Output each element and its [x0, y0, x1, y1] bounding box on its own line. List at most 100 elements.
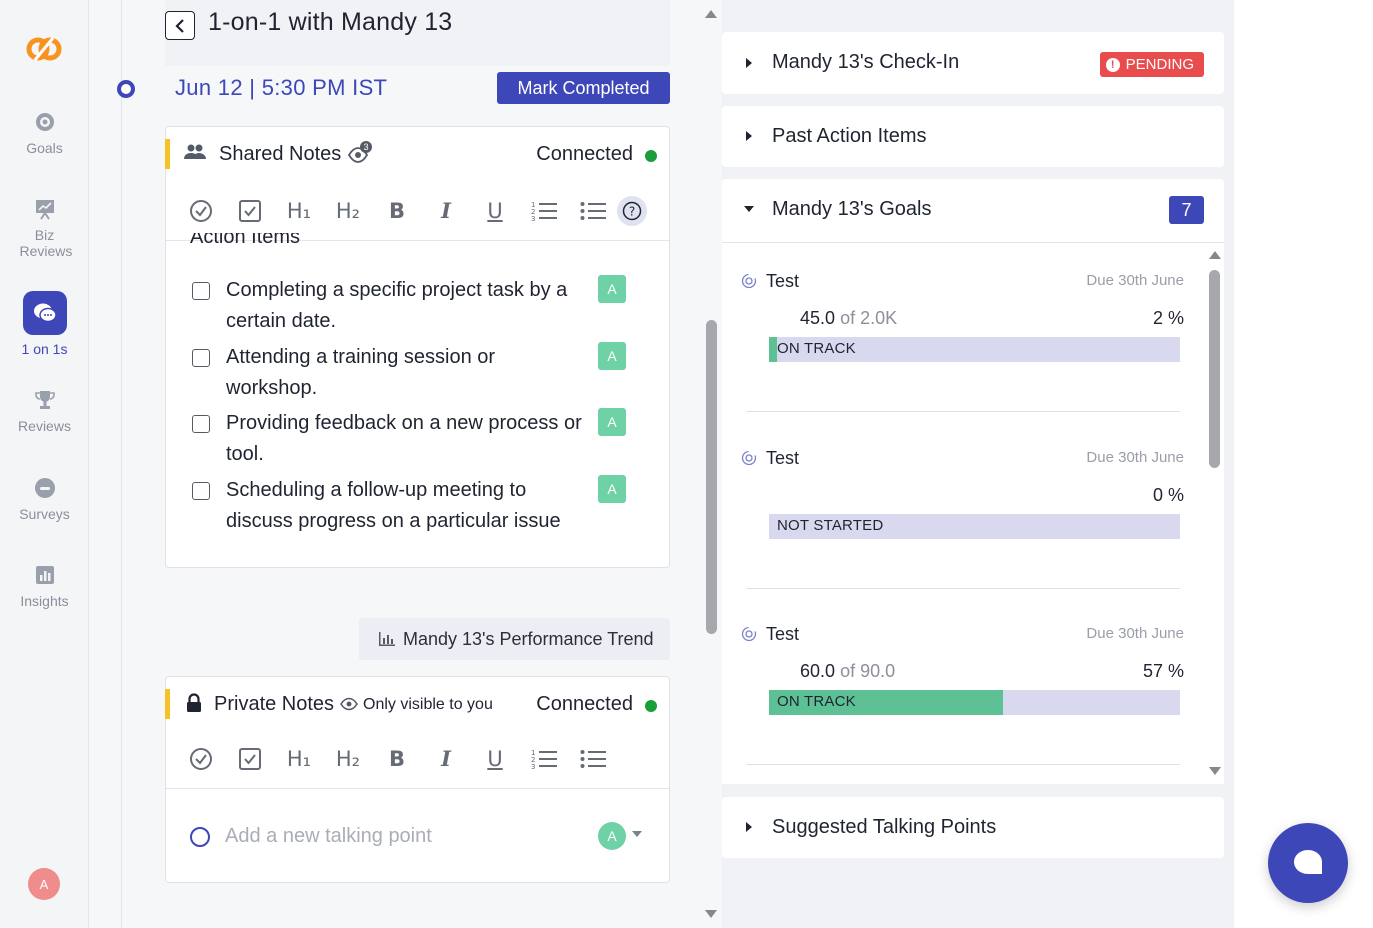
underline-button[interactable]: U: [482, 746, 508, 772]
bold-button[interactable]: B: [384, 746, 410, 772]
goals-accordion[interactable]: Mandy 13's Goals 7: [722, 179, 1224, 242]
shared-notes-card: Shared Notes 3 Connected H₁ H₂ B I U 123…: [165, 126, 670, 568]
goal-divider: [746, 411, 1180, 412]
scroll-up-arrow-icon[interactable]: [1209, 251, 1221, 259]
mark-completed-button[interactable]: Mark Completed: [497, 72, 670, 104]
help-button[interactable]: ?: [617, 195, 647, 226]
italic-button[interactable]: I: [433, 746, 459, 772]
scroll-down-arrow-icon[interactable]: [705, 910, 717, 918]
visibility-note: Only visible to you: [363, 696, 493, 713]
timeline-dot: [117, 80, 135, 98]
heading1-button[interactable]: H₁: [286, 746, 312, 772]
suggested-talking-points-accordion[interactable]: Suggested Talking Points: [722, 797, 1224, 858]
lock-icon: [187, 693, 201, 712]
goal-item[interactable]: Test Due 30th June 60.0 of 90.0 57 % ON …: [722, 596, 1192, 766]
meeting-timezone: IST: [352, 75, 388, 100]
goal-item[interactable]: Test Due 30th June 45.0 of 2.0K 2 % ON T…: [722, 243, 1192, 413]
performance-trend-button[interactable]: Mandy 13's Performance Trend: [359, 618, 670, 660]
checkbox-button[interactable]: [237, 746, 263, 772]
action-item-text[interactable]: Completing a specific project task by a …: [226, 275, 596, 337]
scroll-down-arrow-icon[interactable]: [1209, 767, 1221, 775]
goal-target-value: of 90.0: [840, 661, 896, 681]
goal-item[interactable]: Test Due 30th June 0 % NOT STARTED: [722, 420, 1192, 590]
sidebar: Goals Biz Reviews 1 on 1s Reviews Survey…: [0, 0, 89, 928]
sidebar-item-biz-reviews[interactable]: Biz Reviews: [0, 197, 89, 259]
viewers-eye-icon[interactable]: 3: [347, 141, 374, 163]
goal-percent: 2 %: [1152, 308, 1184, 328]
talking-point-circle-icon[interactable]: [190, 827, 210, 847]
status-badge: ! PENDING: [1099, 52, 1204, 77]
action-item: Attending a training session or workshop…: [190, 342, 630, 404]
sidebar-item-surveys[interactable]: Surveys: [0, 476, 89, 522]
action-item-assignee[interactable]: A: [598, 342, 626, 370]
presentation-icon: [35, 200, 54, 220]
talking-point-assignee[interactable]: A: [598, 822, 626, 850]
action-item-text[interactable]: Providing feedback on a new process or t…: [226, 408, 596, 470]
performance-trend-label: Mandy 13's Performance Trend: [403, 628, 654, 649]
datetime-separator: |: [249, 75, 256, 100]
goal-due-date: Due 30th June: [1086, 272, 1184, 289]
sidebar-item-1on1s[interactable]: 1 on 1s: [0, 291, 89, 357]
goals-list: Test Due 30th June 45.0 of 2.0K 2 % ON T…: [722, 242, 1224, 784]
sidebar-item-label: Goals: [26, 140, 63, 156]
goal-progress-fill: [769, 337, 778, 362]
checklist-circle-button[interactable]: [188, 198, 214, 224]
action-item-checkbox[interactable]: [192, 349, 210, 367]
goal-due-date: Due 30th June: [1086, 625, 1184, 642]
heading2-button[interactable]: H₂: [335, 746, 361, 772]
action-item-assignee[interactable]: A: [598, 475, 626, 503]
italic-button[interactable]: I: [433, 198, 459, 224]
back-button[interactable]: [165, 11, 195, 40]
ordered-list-button[interactable]: 123: [531, 746, 557, 772]
avatar[interactable]: A: [28, 868, 60, 900]
bullet-list-icon: [580, 201, 606, 220]
action-item-text[interactable]: Scheduling a follow-up meeting to discus…: [226, 475, 576, 537]
meeting-date: Jun 12: [175, 75, 243, 100]
ordered-list-button[interactable]: 123: [531, 198, 557, 224]
goal-name: Test: [766, 271, 800, 291]
chat-bubble-icon: [1294, 850, 1322, 874]
svg-text:3: 3: [531, 215, 535, 222]
sidebar-item-goals[interactable]: Goals: [0, 110, 89, 156]
action-item-assignee[interactable]: A: [598, 408, 626, 436]
heading2-button[interactable]: H₂: [335, 198, 361, 224]
page-edge: [1234, 0, 1373, 928]
editor-toolbar: H₁ H₂ B I U 123 ?: [166, 181, 669, 241]
viewers-count-badge: 3: [360, 141, 372, 153]
connection-status-dot: [645, 150, 657, 162]
meeting-datetime: Jun 12 | 5:30 PM IST: [175, 75, 387, 101]
checkin-title: Mandy 13's Check-In: [772, 51, 960, 73]
chat-icon: [22, 291, 67, 335]
survey-icon: [34, 478, 55, 498]
caret-down-icon: [744, 206, 754, 212]
checklist-circle-button[interactable]: [188, 746, 214, 772]
action-item-text[interactable]: Attending a training session or workshop…: [226, 342, 526, 404]
ordered-list-icon: 123: [531, 201, 557, 222]
sidebar-item-reviews[interactable]: Reviews: [0, 388, 89, 434]
scrollbar-thumb[interactable]: [706, 320, 717, 634]
app-logo-icon[interactable]: [25, 30, 63, 68]
chevron-down-icon[interactable]: [632, 831, 642, 837]
action-item-assignee[interactable]: A: [598, 275, 626, 303]
action-item-checkbox[interactable]: [192, 282, 210, 300]
past-action-items-accordion[interactable]: Past Action Items: [722, 106, 1224, 167]
bold-button[interactable]: B: [384, 198, 410, 224]
sidebar-item-label: Surveys: [19, 506, 70, 522]
goal-divider: [746, 764, 1180, 765]
goals-title: Mandy 13's Goals: [772, 198, 932, 220]
chat-launcher-button[interactable]: [1268, 823, 1348, 903]
underline-button[interactable]: U: [482, 198, 508, 224]
talking-point-input[interactable]: Add a new talking point: [225, 825, 432, 848]
bullet-list-button[interactable]: [580, 746, 606, 772]
checkbox-button[interactable]: [237, 198, 263, 224]
scroll-up-arrow-icon[interactable]: [705, 10, 717, 18]
goal-current-value: 60.0: [800, 661, 836, 681]
scrollbar-thumb[interactable]: [1209, 270, 1220, 468]
heading1-button[interactable]: H₁: [286, 198, 312, 224]
action-item-checkbox[interactable]: [192, 482, 210, 500]
bullet-list-button[interactable]: [580, 198, 606, 224]
sidebar-item-insights[interactable]: Insights: [0, 563, 89, 609]
action-item-checkbox[interactable]: [192, 415, 210, 433]
checkin-accordion[interactable]: Mandy 13's Check-In ! PENDING: [722, 32, 1224, 94]
goal-status-label: NOT STARTED: [777, 517, 884, 534]
